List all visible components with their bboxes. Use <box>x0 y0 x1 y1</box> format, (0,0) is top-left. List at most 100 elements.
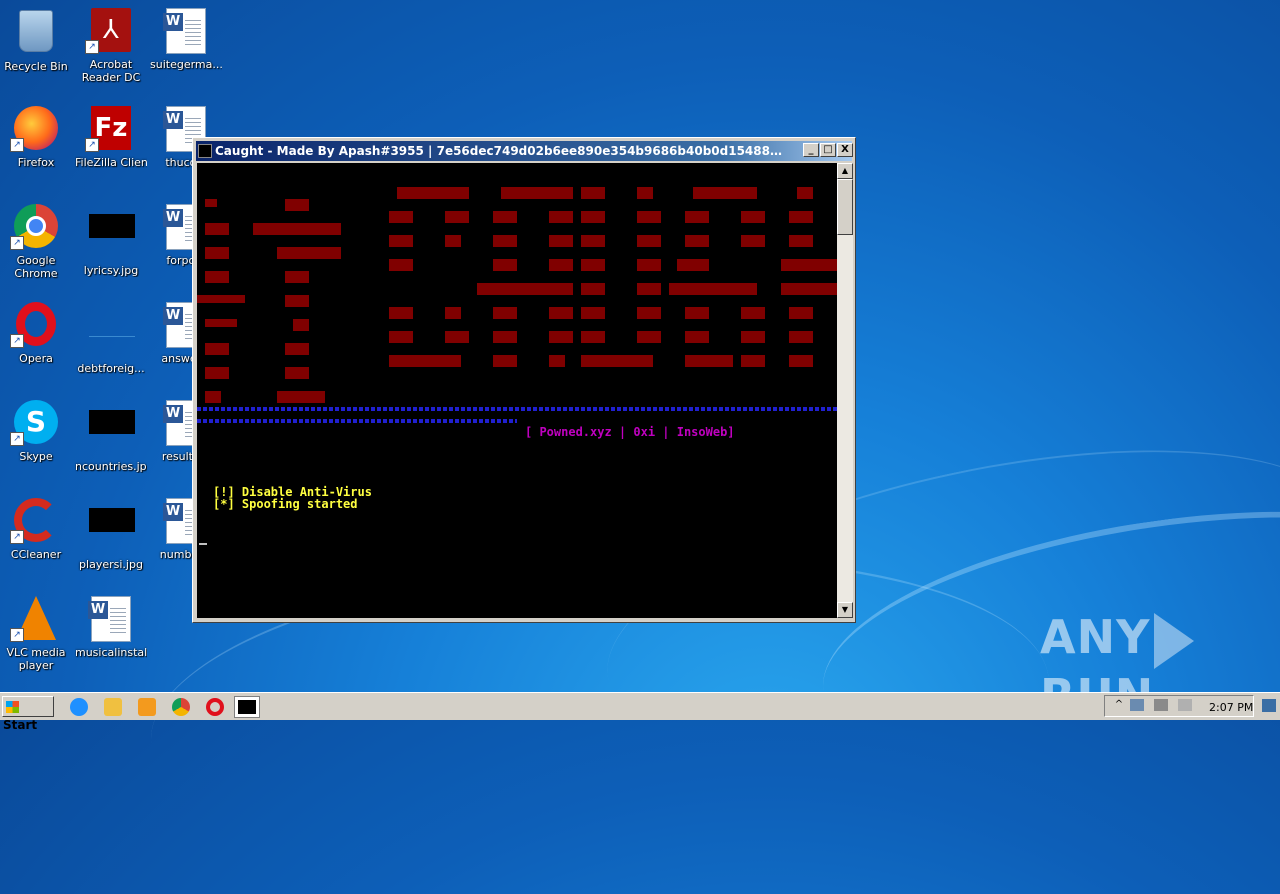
volume-icon[interactable] <box>1154 699 1168 711</box>
desktop-icon-playersi[interactable]: playersi.jpg <box>75 498 147 571</box>
desktop-icon-ncountries[interactable]: ncountries.jpg <box>75 400 147 473</box>
minimize-button[interactable]: _ <box>803 143 819 157</box>
banner-block <box>397 187 469 199</box>
close-button[interactable]: X <box>837 143 853 157</box>
tray-expand-icon[interactable]: ^ <box>1112 699 1126 711</box>
desktop-icon-suitegerma[interactable]: W suitegerma... <box>150 8 222 71</box>
banner-block <box>637 187 653 199</box>
banner-block <box>205 223 229 235</box>
banner-block <box>501 187 573 199</box>
desktop-icon-filezilla[interactable]: Fz ↗ FileZilla Client <box>75 106 147 169</box>
desktop-icon-opera[interactable]: ↗ Opera <box>0 302 72 365</box>
media-player-icon[interactable] <box>138 698 156 716</box>
banner-block <box>685 331 709 343</box>
icon-label: Skype <box>19 450 53 463</box>
banner-block <box>549 331 573 343</box>
desktop-icon-debtforeig[interactable]: debtforeig... <box>75 302 147 375</box>
banner-block <box>493 355 517 367</box>
icon-label: ncountries.jpg <box>75 460 147 473</box>
start-button[interactable]: Start <box>2 696 54 732</box>
chrome-icon[interactable] <box>172 698 190 716</box>
explorer-icon[interactable] <box>104 698 122 716</box>
ie-icon[interactable] <box>70 698 88 716</box>
banner-block <box>277 247 341 259</box>
banner-block <box>549 355 565 367</box>
banner-block <box>581 211 605 223</box>
maximize-button[interactable]: □ <box>820 143 836 157</box>
desktop-icon-recycle-bin[interactable]: Recycle Bin <box>0 8 72 73</box>
banner-block <box>205 247 229 259</box>
show-desktop-button[interactable] <box>1262 699 1276 712</box>
icon-label: suitegerma... <box>150 58 222 71</box>
vertical-scrollbar[interactable]: ▲ ▼ <box>837 163 853 618</box>
console-line-spoofing: [*] Spoofing started <box>213 497 358 511</box>
desktop-icon-firefox[interactable]: ↗ Firefox <box>0 106 72 169</box>
banner-block <box>477 283 573 295</box>
banner-block <box>493 259 517 271</box>
banner-block <box>677 259 709 271</box>
banner-block <box>637 307 661 319</box>
banner-block <box>789 331 813 343</box>
banner-block <box>445 331 469 343</box>
desktop-icon-musicalinstal[interactable]: W musicalinstal... <box>75 596 147 659</box>
banner-block <box>741 235 765 247</box>
icon-label: Google Chrome <box>14 254 58 280</box>
network-icon[interactable] <box>1130 699 1144 711</box>
separator-line <box>197 407 837 411</box>
clock[interactable]: 2:07 PM <box>1209 701 1253 714</box>
banner-block <box>205 199 217 207</box>
shortcut-arrow-icon: ↗ <box>10 628 24 642</box>
icon-label: debtforeig... <box>77 362 145 375</box>
banner-block <box>685 355 733 367</box>
action-center-flag-icon[interactable] <box>1178 699 1192 711</box>
banner-block <box>285 367 309 379</box>
banner-block <box>197 295 245 303</box>
banner-block <box>493 307 517 319</box>
console-taskbar-button[interactable] <box>234 696 260 718</box>
banner-block <box>389 355 461 367</box>
window-titlebar[interactable]: Caught - Made By Apash#3955 | 7e56dec749… <box>196 141 853 161</box>
desktop-icon-vlc[interactable]: ↗ VLC media player <box>0 596 72 672</box>
banner-block <box>293 319 309 331</box>
banner-block <box>789 355 813 367</box>
desktop-icon-chrome[interactable]: ↗ Google Chrome <box>0 204 72 280</box>
scroll-thumb[interactable] <box>837 179 853 235</box>
shortcut-arrow-icon: ↗ <box>85 40 99 54</box>
banner-block <box>637 283 661 295</box>
banner-block <box>781 259 837 271</box>
recycle-bin-icon <box>19 10 53 52</box>
icon-label: playersi.jpg <box>79 558 143 571</box>
scroll-up-button[interactable]: ▲ <box>837 163 853 179</box>
banner-block <box>637 235 661 247</box>
banner-block <box>549 307 573 319</box>
desktop-icon-ccleaner[interactable]: ↗ CCleaner <box>0 498 72 561</box>
banner-block <box>685 211 709 223</box>
console-window[interactable]: Caught - Made By Apash#3955 | 7e56dec749… <box>192 137 856 623</box>
desktop-icon-lyricsy[interactable]: lyricsy.jpg <box>75 204 147 277</box>
opera-icon[interactable] <box>206 698 224 716</box>
banner-block <box>445 211 469 223</box>
banner-block <box>789 235 813 247</box>
banner-block <box>445 307 461 319</box>
banner-block <box>685 235 709 247</box>
scroll-down-button[interactable]: ▼ <box>837 602 853 618</box>
icon-label: VLC media player <box>6 646 66 672</box>
desktop-icon-skype[interactable]: S ↗ Skype <box>0 400 72 463</box>
banner-block <box>493 331 517 343</box>
image-thumbnail-icon <box>89 508 135 532</box>
banner-block <box>253 223 341 235</box>
console-output[interactable]: [ Powned.xyz | 0xi | InsoWeb] [!] Disabl… <box>197 163 837 618</box>
banner-block <box>741 331 765 343</box>
banner-block <box>445 235 461 247</box>
banner-block <box>549 235 573 247</box>
banner-block <box>741 307 765 319</box>
banner-block <box>717 283 757 295</box>
banner-block <box>205 391 221 403</box>
banner-block <box>285 199 309 211</box>
icon-label: musicalinstal... <box>75 646 147 659</box>
banner-block <box>205 367 229 379</box>
desktop-icon-acrobat[interactable]: ⅄ ↗ Acrobat Reader DC <box>75 8 147 84</box>
banner-block <box>205 319 237 327</box>
banner-block <box>693 187 757 199</box>
start-label: Start <box>3 718 38 732</box>
